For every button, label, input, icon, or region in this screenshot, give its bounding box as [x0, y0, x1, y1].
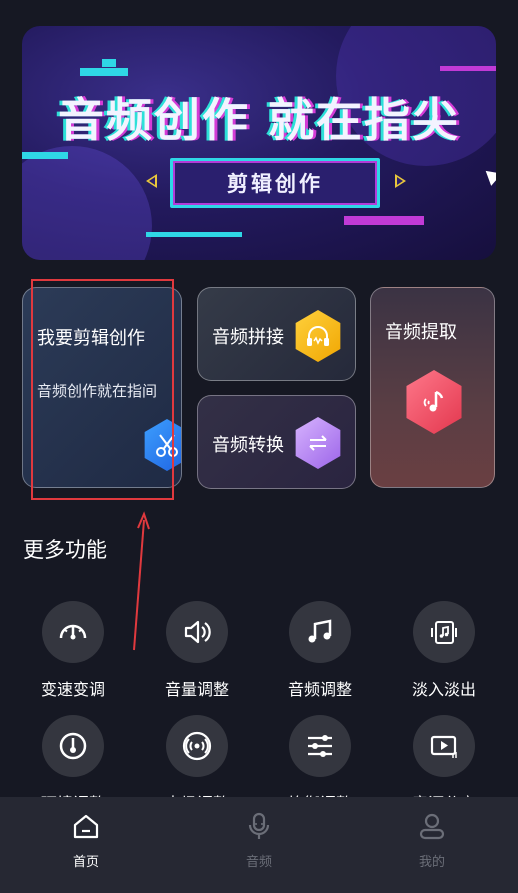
banner[interactable]: 音频创作 就在指尖 剪辑创作	[22, 26, 496, 260]
play-triangle-icon	[485, 166, 496, 186]
decor-bar	[22, 152, 68, 159]
tool-fade[interactable]: 淡入淡出	[394, 601, 494, 700]
decor-bar	[344, 216, 424, 225]
home-icon	[73, 814, 99, 839]
nav-audio[interactable]: 音频	[209, 811, 309, 870]
headphones-icon	[295, 310, 341, 362]
tool-label: 淡入淡出	[411, 680, 476, 699]
banner-glow	[22, 146, 152, 260]
circle-target-icon	[42, 715, 104, 777]
audio-extract-card[interactable]: 音频提取	[370, 287, 495, 488]
banner-arrow-right-icon	[395, 174, 406, 188]
edit-create-card[interactable]: 我要剪辑创作 音频创作就在指间	[22, 287, 182, 488]
banner-arrow-left-icon	[146, 174, 157, 188]
decor-bar	[102, 59, 116, 67]
speedometer-icon	[42, 601, 104, 663]
tool-volume[interactable]: 音量调整	[147, 601, 247, 700]
banner-edit-button[interactable]: 剪辑创作	[170, 158, 380, 208]
audio-convert-card[interactable]: 音频转换	[197, 395, 356, 489]
tool-label: 音频调整	[287, 680, 352, 699]
music-note-icon	[289, 601, 351, 663]
fade-music-icon	[413, 601, 475, 663]
tool-label: 音量调整	[164, 680, 229, 699]
nav-home-label: 首页	[72, 855, 99, 870]
tool-label: 变速变调	[40, 680, 105, 699]
decor-bar	[80, 68, 128, 76]
speaker-icon	[166, 601, 228, 663]
equalizer-icon	[289, 715, 351, 777]
nav-mine[interactable]: 我的	[382, 811, 482, 870]
audio-splice-card[interactable]: 音频拼接	[197, 287, 356, 381]
nav-audio-label: 音频	[245, 855, 272, 870]
user-icon	[419, 813, 445, 840]
decor-bar	[440, 66, 496, 71]
more-functions-title: 更多功能	[23, 538, 107, 562]
video-play-icon	[413, 715, 475, 777]
tool-audio-adjust[interactable]: 音频调整	[270, 601, 370, 700]
broadcast-icon	[166, 715, 228, 777]
edit-card-subtitle: 音频创作就在指间	[37, 382, 158, 400]
extract-card-title: 音频提取	[385, 322, 457, 343]
convert-card-title: 音频转换	[212, 435, 284, 456]
swap-arrows-icon	[295, 417, 341, 469]
nav-home[interactable]: 首页	[36, 811, 136, 870]
tool-speed-pitch[interactable]: 变速变调	[23, 601, 123, 700]
banner-title: 音频创作 就在指尖	[57, 93, 460, 147]
decor-bar	[146, 232, 242, 237]
microphone-icon	[248, 812, 270, 839]
edit-card-title: 我要剪辑创作	[37, 328, 145, 349]
nav-mine-label: 我的	[418, 855, 445, 870]
splice-card-title: 音频拼接	[212, 327, 284, 348]
music-note-icon	[406, 370, 462, 434]
bottom-nav: 首页 音频 我的	[0, 797, 518, 893]
scissors-icon	[144, 419, 181, 471]
